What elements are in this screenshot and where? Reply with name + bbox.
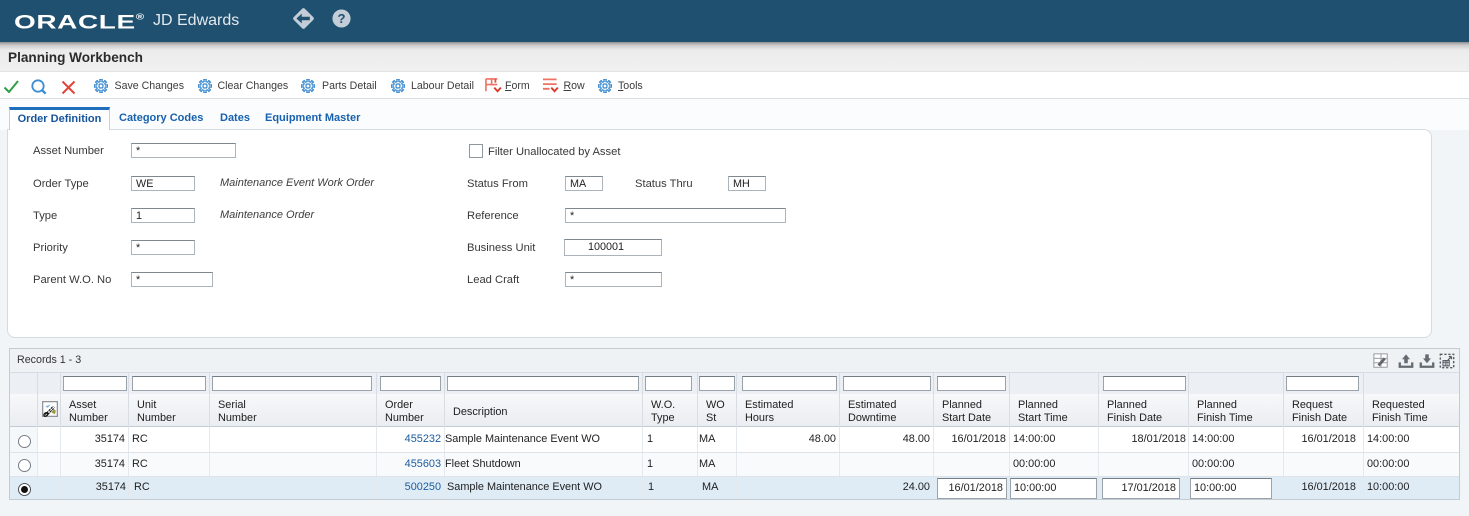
svg-text:?: ? [337,11,345,26]
